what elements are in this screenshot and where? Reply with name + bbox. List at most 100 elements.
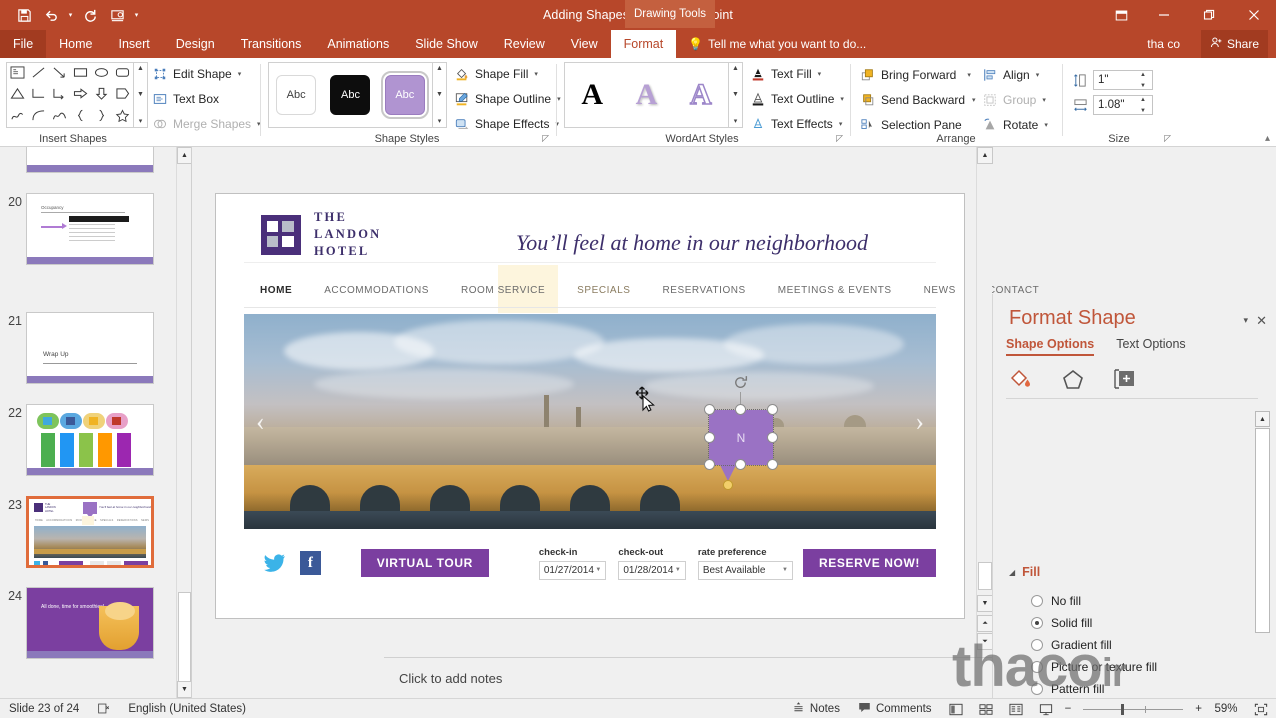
account-name[interactable]: tha co bbox=[1147, 30, 1180, 58]
shapes-gallery-scroll[interactable]: ▲ ▼ ▾ bbox=[134, 62, 148, 128]
style-expand-icon[interactable]: ▾ bbox=[438, 117, 442, 125]
shapes-gallery[interactable] bbox=[6, 62, 134, 128]
next-slide-icon[interactable]: ⏷ bbox=[977, 633, 993, 650]
adjustment-handle[interactable] bbox=[723, 480, 733, 490]
slideshow-icon[interactable] bbox=[1031, 703, 1061, 716]
shape-left-brace-icon[interactable] bbox=[73, 109, 88, 124]
tab-review[interactable]: Review bbox=[491, 30, 558, 58]
twitter-icon[interactable] bbox=[264, 551, 286, 575]
option-pattern-fill[interactable]: Pattern fill bbox=[1031, 682, 1104, 696]
text-fill-button[interactable]: Text Fill ▾ bbox=[750, 63, 844, 85]
shape-rounded-rect-icon[interactable] bbox=[115, 66, 130, 81]
thumb-preview-19[interactable] bbox=[26, 147, 154, 173]
radio-no-fill[interactable] bbox=[1031, 595, 1043, 607]
check-out-input[interactable]: 01/28/2014 ▼ bbox=[618, 560, 686, 580]
shape-styles-gallery[interactable]: Abc Abc Abc bbox=[268, 62, 433, 128]
check-out-field[interactable]: check-out 01/28/2014 ▼ bbox=[618, 547, 686, 580]
fill-line-icon[interactable] bbox=[1006, 366, 1036, 392]
align-caret[interactable]: ▾ bbox=[1036, 71, 1040, 79]
nav-item-home[interactable]: HOME bbox=[244, 285, 308, 296]
size-properties-icon[interactable] bbox=[1110, 366, 1140, 392]
shape-freeform-icon[interactable] bbox=[52, 109, 67, 124]
resize-handle-bottom-center[interactable] bbox=[735, 459, 746, 470]
restore-button[interactable] bbox=[1186, 0, 1231, 30]
shape-elbow-connector-icon[interactable] bbox=[31, 87, 46, 102]
shape-height-spinner[interactable]: ▲ ▼ bbox=[1140, 72, 1150, 89]
hero-next-arrow-icon[interactable]: › bbox=[915, 407, 924, 437]
shape-oval-icon[interactable] bbox=[94, 66, 109, 81]
shape-scribble-icon[interactable] bbox=[10, 109, 25, 124]
thumb-preview-23[interactable]: THE LANDON HOTEL You'll feel at home in ou… bbox=[26, 496, 154, 568]
bring-forward-caret[interactable]: ▾ bbox=[967, 71, 971, 79]
thumb-preview-22[interactable] bbox=[26, 404, 154, 476]
thumbnail-slide-24[interactable]: 24 All done, time for smoothies! bbox=[0, 587, 154, 659]
zoom-out-button[interactable]: − bbox=[1061, 703, 1076, 715]
previous-slide-icon[interactable]: ⏶ bbox=[977, 615, 993, 632]
wordart-preset-2[interactable]: A bbox=[636, 80, 658, 110]
radio-solid-fill[interactable] bbox=[1031, 617, 1043, 629]
shape-fill-button[interactable]: Shape Fill ▾ bbox=[454, 63, 561, 85]
wordart-preset-1[interactable]: A bbox=[581, 80, 603, 110]
close-button[interactable] bbox=[1231, 0, 1276, 30]
tab-transitions[interactable]: Transitions bbox=[228, 30, 315, 58]
shape-style-preset-2[interactable]: Abc bbox=[330, 75, 371, 115]
selected-shape-callout[interactable]: N bbox=[704, 370, 778, 490]
wordart-preset-3[interactable]: A bbox=[689, 79, 712, 111]
radio-gradient-fill[interactable] bbox=[1031, 639, 1043, 651]
thumbnail-slide-19[interactable]: 19 bbox=[0, 147, 154, 173]
thumbnail-slide-21[interactable]: 21 Wrap Up bbox=[0, 312, 154, 384]
zoom-level[interactable]: 59% bbox=[1206, 703, 1246, 715]
text-outline-button[interactable]: Text Outline ▾ bbox=[750, 88, 844, 110]
resize-handle-middle-left[interactable] bbox=[704, 432, 715, 443]
hero-prev-arrow-icon[interactable]: ‹ bbox=[256, 407, 265, 437]
shape-down-arrow-icon[interactable] bbox=[94, 87, 109, 102]
shape-width-spinner[interactable]: ▲ ▼ bbox=[1140, 97, 1150, 114]
language-indicator[interactable]: English (United States) bbox=[119, 703, 255, 715]
resize-handle-top-center[interactable] bbox=[735, 404, 746, 415]
tab-design[interactable]: Design bbox=[163, 30, 228, 58]
tab-view[interactable]: View bbox=[558, 30, 611, 58]
align-button[interactable]: Align ▾ bbox=[982, 64, 1048, 86]
tab-insert[interactable]: Insert bbox=[106, 30, 163, 58]
nav-item-meetings-events[interactable]: MEETINGS & EVENTS bbox=[762, 285, 908, 296]
shape-height-input[interactable]: 1" ▲ ▼ bbox=[1093, 70, 1153, 90]
tab-shape-options[interactable]: Shape Options bbox=[1006, 337, 1095, 356]
thumb-scroll-up-icon[interactable]: ▲ bbox=[177, 147, 191, 164]
thumb-scroll-thumb[interactable] bbox=[178, 592, 191, 682]
rotation-handle-icon[interactable] bbox=[732, 374, 749, 391]
check-in-field[interactable]: check-in 01/27/2014 ▼ bbox=[538, 547, 607, 580]
slide-scroll-thumb[interactable] bbox=[978, 562, 992, 590]
thumb-preview-24[interactable]: All done, time for smoothies! bbox=[26, 587, 154, 659]
check-out-caret-icon[interactable]: ▼ bbox=[675, 567, 681, 573]
shape-fill-caret[interactable]: ▾ bbox=[534, 70, 538, 78]
rate-preference-caret-icon[interactable]: ▼ bbox=[782, 567, 788, 573]
edit-shape-button[interactable]: Edit Shape ▾ bbox=[152, 63, 261, 85]
tell-me-search[interactable]: 💡 Tell me what you want to do... bbox=[676, 30, 878, 58]
option-picture-fill[interactable]: Picture or texture fill bbox=[1031, 660, 1157, 674]
virtual-tour-button[interactable]: VIRTUAL TOUR bbox=[360, 549, 489, 577]
option-no-fill[interactable]: No fill bbox=[1031, 594, 1081, 608]
nav-item-accommodations[interactable]: ACCOMMODATIONS bbox=[308, 285, 445, 296]
share-button[interactable]: Share bbox=[1200, 30, 1268, 58]
resize-handle-bottom-right[interactable] bbox=[767, 459, 778, 470]
slide-counter[interactable]: Slide 23 of 24 bbox=[0, 703, 88, 715]
fit-slide-icon[interactable] bbox=[1246, 703, 1276, 716]
notes-toggle-button[interactable]: Notes bbox=[783, 701, 849, 717]
gallery-scroll-down-icon[interactable]: ▼ bbox=[137, 91, 144, 98]
tab-animations[interactable]: Animations bbox=[314, 30, 402, 58]
shape-triangle-icon[interactable] bbox=[10, 87, 25, 102]
customize-qat-caret[interactable]: ▾ bbox=[132, 11, 141, 19]
tab-text-options[interactable]: Text Options bbox=[1116, 337, 1185, 356]
fill-collapse-icon[interactable]: ◢ bbox=[1009, 568, 1015, 577]
shape-arrow-icon[interactable] bbox=[52, 66, 67, 81]
callout-body[interactable]: N bbox=[708, 409, 774, 466]
size-dialog-launcher[interactable]: ◸ bbox=[1164, 133, 1171, 144]
send-backward-caret[interactable]: ▾ bbox=[972, 96, 976, 104]
thumb-preview-21[interactable]: Wrap Up bbox=[26, 312, 154, 384]
tab-slide-show[interactable]: Slide Show bbox=[402, 30, 491, 58]
pane-scroll-up-icon[interactable]: ▲ bbox=[1255, 411, 1270, 427]
reserve-now-button[interactable]: RESERVE NOW! bbox=[803, 549, 936, 577]
style-scroll-down-icon[interactable]: ▼ bbox=[436, 91, 443, 98]
nav-item-news[interactable]: NEWS bbox=[908, 285, 972, 296]
resize-handle-top-left[interactable] bbox=[704, 404, 715, 415]
